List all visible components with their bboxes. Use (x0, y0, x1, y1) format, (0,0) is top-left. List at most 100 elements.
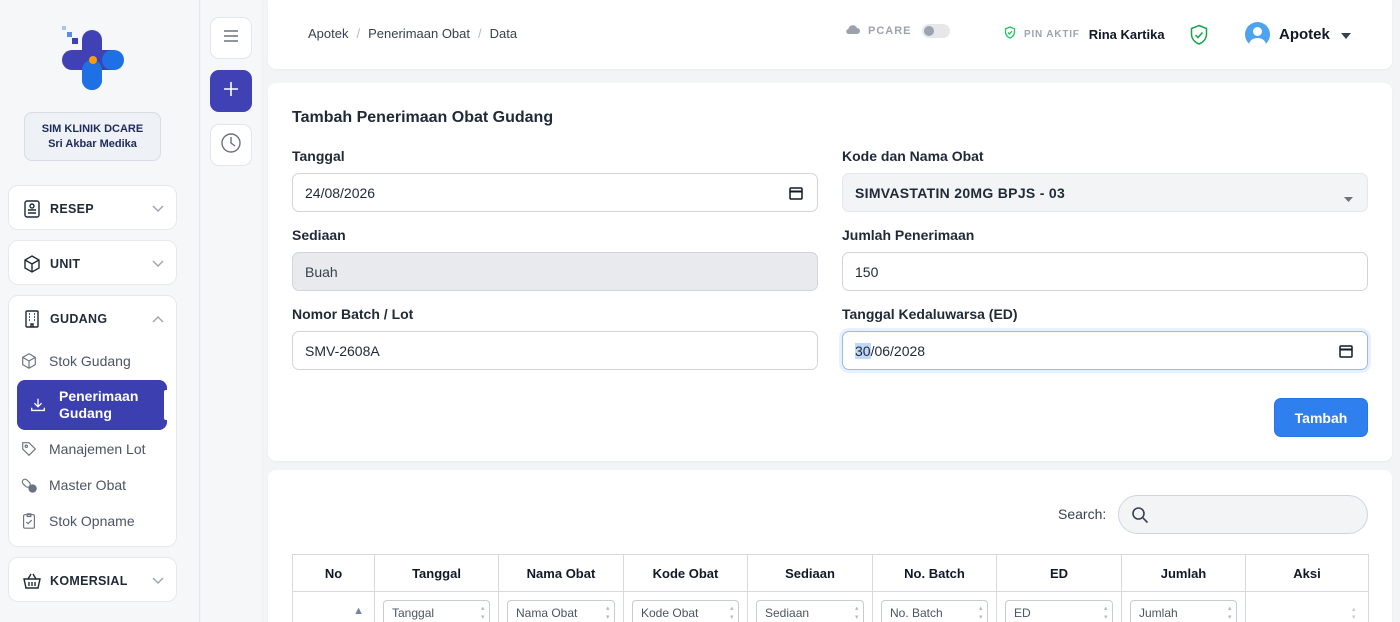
menu-komersial[interactable]: KOMERSIAL (8, 557, 177, 602)
kode-obat-label: Kode dan Nama Obat (842, 148, 984, 164)
ed-value-rest: /06/2028 (870, 342, 926, 359)
sidebar-item-label: Manajemen Lot (49, 441, 146, 457)
filter-ed[interactable]: ED (1005, 600, 1113, 622)
menu-resep[interactable]: RESEP (8, 185, 177, 230)
caret-down-icon (1340, 26, 1351, 43)
sidebar-item-label: Stok Opname (49, 513, 135, 529)
sort-icon[interactable]: ▴▾ (1352, 606, 1358, 622)
jumlah-label: Jumlah Penerimaan (842, 227, 975, 243)
ed-label: Tanggal Kedaluwarsa (ED) (842, 306, 1018, 322)
breadcrumb-item-apotek[interactable]: Apotek (308, 26, 348, 41)
tanggal-label: Tanggal (292, 148, 345, 164)
menu-unit[interactable]: UNIT (8, 240, 177, 285)
active-indicator (164, 390, 168, 420)
column-header-sediaan[interactable]: Sediaan (747, 554, 873, 592)
search-input[interactable] (1118, 495, 1368, 534)
menu-unit-label: UNIT (50, 256, 81, 271)
receipt-icon (21, 198, 43, 220)
user-name: Apotek (1279, 26, 1330, 43)
column-header-tanggal[interactable]: Tanggal (374, 554, 499, 592)
clock-icon (220, 132, 242, 159)
clinic-name: SIM KLINIK DCARE (41, 123, 144, 135)
tanggal-value: 24/08/2026 (305, 184, 376, 201)
column-header-jumlah[interactable]: Jumlah (1121, 554, 1246, 592)
form-card: Tambah Penerimaan Obat Gudang Tanggal 24… (268, 83, 1392, 461)
basket-icon (21, 570, 43, 592)
batch-value: SMV-2608A (305, 342, 380, 359)
pin-user-name: Rina Kartika (1088, 26, 1165, 42)
kode-obat-select[interactable]: SIMVASTATIN 20MG BPJS - 03 (842, 173, 1368, 212)
box-icon (18, 352, 40, 370)
batch-label: Nomor Batch / Lot (292, 306, 414, 322)
menu-resep-label: RESEP (50, 201, 94, 216)
clinic-logo (58, 24, 128, 96)
pills-icon (18, 476, 40, 494)
form-title: Tambah Penerimaan Obat Gudang (292, 109, 554, 126)
pin-status: PIN AKTIF Rina Kartika (1004, 26, 1165, 42)
sidebar: SIM KLINIK DCARE Sri Akbar Medika RESEP … (0, 0, 200, 622)
pin-label: PIN AKTIF (1024, 28, 1080, 40)
hamburger-icon (223, 29, 239, 48)
filter-row: ▲ Tanggal Nama Obat Kode Obat Sediaan No… (292, 591, 1369, 622)
clipboard-icon (18, 512, 40, 530)
download-icon (27, 396, 49, 414)
search-icon (1131, 506, 1149, 529)
column-header-kode-obat[interactable]: Kode Obat (623, 554, 748, 592)
menu-toggle-button[interactable] (210, 17, 252, 59)
column-header-ed[interactable]: ED (996, 554, 1122, 592)
penerimaan-table: No Tanggal Nama Obat Kode Obat Sediaan N… (292, 554, 1369, 622)
sidebar-item-stok-opname[interactable]: Stok Opname (18, 503, 168, 539)
filter-cell-no[interactable]: ▲ (292, 591, 375, 622)
cloud-icon (845, 24, 860, 38)
search-label: Search: (1058, 506, 1107, 522)
sediaan-field: Buah (292, 252, 818, 291)
calendar-icon[interactable] (789, 186, 803, 203)
sidebar-item-label: Penerimaan (59, 388, 139, 404)
user-menu[interactable]: Apotek (1245, 22, 1351, 47)
filter-jumlah[interactable]: Jumlah (1130, 600, 1237, 622)
ed-day-segment: 30 (855, 342, 871, 359)
tambah-button[interactable]: Tambah (1274, 398, 1368, 437)
filter-sediaan[interactable]: Sediaan (756, 600, 864, 622)
add-button[interactable] (210, 70, 252, 112)
pcare-label: PCARE (868, 25, 912, 37)
chevron-down-icon (152, 257, 164, 271)
pcare-status: PCARE (845, 24, 950, 38)
security-button[interactable] (1189, 24, 1209, 51)
filter-kode-obat[interactable]: Kode Obat (632, 600, 739, 622)
sidebar-item-master-obat[interactable]: Master Obat (18, 467, 168, 503)
filter-nama-obat[interactable]: Nama Obat (507, 600, 615, 622)
calendar-icon[interactable] (1339, 344, 1353, 361)
table-header-row: No Tanggal Nama Obat Kode Obat Sediaan N… (292, 554, 1369, 592)
sediaan-value: Buah (305, 263, 338, 280)
jumlah-value: 150 (855, 263, 879, 280)
caret-down-icon (1344, 189, 1353, 205)
sidebar-item-penerimaan-gudang[interactable]: Penerimaan Gudang (17, 380, 168, 430)
chevron-down-icon (152, 574, 164, 588)
ed-date-input[interactable]: 30/06/2028 (842, 331, 1368, 370)
avatar (1245, 22, 1270, 47)
sediaan-label: Sediaan (292, 227, 346, 243)
sidebar-item-manajemen-lot[interactable]: Manajemen Lot (18, 431, 168, 467)
menu-gudang-label: GUDANG (50, 311, 108, 326)
sidebar-item-label-line2: Gudang (59, 405, 112, 421)
sidebar-item-stok-gudang[interactable]: Stok Gudang (18, 343, 168, 379)
tanggal-input[interactable]: 24/08/2026 (292, 173, 818, 212)
filter-tanggal[interactable]: Tanggal (383, 600, 490, 622)
jumlah-input[interactable]: 150 (842, 252, 1368, 291)
tag-icon (18, 440, 40, 458)
batch-input[interactable]: SMV-2608A (292, 331, 818, 370)
chevron-up-icon (152, 312, 164, 326)
column-header-no[interactable]: No (292, 554, 375, 592)
menu-gudang-toggle[interactable]: GUDANG (9, 296, 176, 341)
pcare-toggle[interactable] (921, 24, 950, 38)
icon-rail (201, 0, 261, 622)
breadcrumb-item-penerimaan[interactable]: Penerimaan Obat (368, 26, 470, 41)
clinic-badge: SIM KLINIK DCARE Sri Akbar Medika (24, 112, 161, 161)
column-header-no-batch[interactable]: No. Batch (872, 554, 997, 592)
menu-komersial-label: KOMERSIAL (50, 573, 128, 588)
filter-no-batch[interactable]: No. Batch (881, 600, 988, 622)
sort-asc-icon[interactable]: ▲ (353, 605, 364, 617)
history-button[interactable] (210, 124, 252, 166)
column-header-nama-obat[interactable]: Nama Obat (498, 554, 624, 592)
